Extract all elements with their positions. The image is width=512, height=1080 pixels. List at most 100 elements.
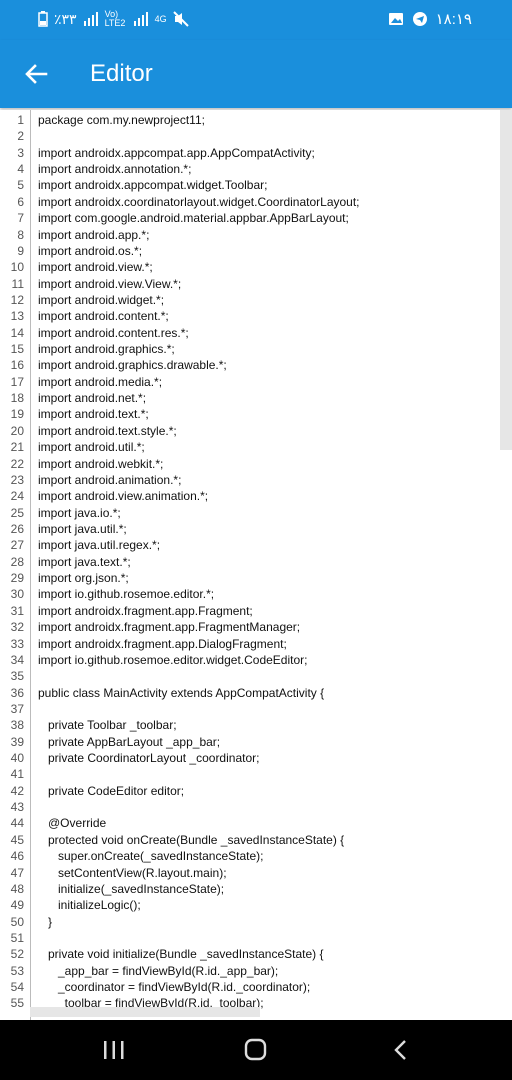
code-line: 33 import androidx.fragment.app.DialogFra… — [0, 636, 512, 652]
code-line: 17 import android.media.*; — [0, 374, 512, 390]
line-number: 28 — [10, 554, 24, 569]
code-line: 26 import java.util.*; — [0, 521, 512, 537]
line-number: 35 — [10, 669, 24, 684]
line-number: 11 — [11, 276, 24, 291]
home-button[interactable] — [242, 1038, 270, 1062]
code-line: 40 private CoordinatorLayout _coordinato… — [0, 750, 512, 766]
line-number: 50 — [10, 914, 24, 929]
line-number: 16 — [10, 358, 24, 373]
code-line: 5 import androidx.appcompat.widget.Toolba… — [0, 177, 512, 193]
line-code: import androidx.coordinatorlayout.widget… — [38, 194, 360, 209]
line-code: import android.view.animation.*; — [38, 489, 209, 504]
line-number: 49 — [10, 898, 24, 913]
line-number: 17 — [10, 374, 24, 389]
network-4g-label: 4G — [154, 14, 167, 24]
code-line: 20 import android.text.style.*; — [0, 423, 512, 439]
nav-back-button[interactable] — [388, 1038, 416, 1062]
line-number: 39 — [10, 734, 24, 749]
code-line: 21 import android.util.*; — [0, 439, 512, 455]
line-number: 23 — [10, 472, 24, 487]
line-number: 19 — [10, 407, 24, 422]
signal-icon — [83, 12, 98, 26]
code-line: 39 private AppBarLayout _app_bar; — [0, 734, 512, 750]
recents-button[interactable] — [100, 1038, 128, 1062]
line-number: 14 — [10, 325, 24, 340]
line-number: 46 — [10, 849, 24, 864]
line-code: import androidx.fragment.app.Fragment; — [38, 603, 253, 618]
signal-icon-2 — [133, 12, 148, 26]
line-number: 4 — [17, 162, 24, 177]
line-number: 8 — [17, 227, 24, 242]
line-code: import com.google.android.material.appba… — [38, 211, 349, 226]
line-code: import android.view.View.*; — [38, 276, 182, 291]
line-number: 24 — [10, 489, 24, 504]
code-editor[interactable]: 1 package com.my.newproject11; 2 3 import an… — [0, 110, 512, 1020]
line-number: 31 — [10, 603, 24, 618]
vertical-scrollbar[interactable] — [500, 110, 512, 450]
line-number: 44 — [10, 816, 24, 831]
line-code: import java.io.*; — [38, 505, 121, 520]
code-line: 6 import androidx.coordinatorlayout.widge… — [0, 194, 512, 210]
status-time: ۱۸:۱۹ — [435, 11, 472, 28]
line-code: initialize(_savedInstanceState); — [38, 881, 225, 896]
code-line: 9 import android.os.*; — [0, 243, 512, 259]
line-code: _app_bar = findViewById(R.id._app_bar); — [38, 963, 279, 978]
line-code: initializeLogic(); — [38, 898, 141, 913]
line-number: 55 — [10, 996, 24, 1011]
line-code: import android.text.style.*; — [38, 423, 177, 438]
code-line: 46 super.onCreate(_savedInstanceState); — [0, 848, 512, 864]
status-right: ۱۸:۱۹ — [388, 10, 472, 28]
navigation-bar — [0, 1020, 512, 1080]
code-line: 14 import android.content.res.*; — [0, 325, 512, 341]
line-number: 5 — [17, 178, 24, 193]
network-label: Vo) LTE2 — [104, 9, 126, 28]
line-number: 9 — [17, 243, 24, 258]
home-icon — [244, 1038, 267, 1061]
line-number: 20 — [10, 423, 24, 438]
code-line: 15 import android.graphics.*; — [0, 341, 512, 357]
line-code: import androidx.appcompat.app.AppCompatA… — [38, 145, 315, 160]
code-line: 23 import android.animation.*; — [0, 472, 512, 488]
line-code: @Override — [38, 816, 107, 831]
line-number: 54 — [10, 980, 24, 995]
line-number: 45 — [10, 832, 24, 847]
line-number: 48 — [10, 881, 24, 896]
line-number: 29 — [10, 571, 24, 586]
code-line: 50 } — [0, 914, 512, 930]
code-line: 4 import androidx.annotation.*; — [0, 161, 512, 177]
line-number: 40 — [10, 751, 24, 766]
code-line: 10 import android.view.*; — [0, 259, 512, 275]
code-line: 45 protected void onCreate(Bundle _saved… — [0, 832, 512, 848]
code-line: 41 — [0, 766, 512, 782]
line-code: import android.content.*; — [38, 309, 169, 324]
code-line: 42 private CodeEditor editor; — [0, 783, 512, 799]
code-line: 44 @Override — [0, 815, 512, 831]
line-code: import android.graphics.*; — [38, 342, 175, 357]
line-code: import androidx.fragment.app.FragmentMan… — [38, 620, 301, 635]
code-line: 30 import io.github.rosemoe.editor.*; — [0, 586, 512, 602]
status-left: ٪۳۳ Vo) LTE2 4G — [38, 10, 189, 28]
line-code: import android.app.*; — [38, 227, 150, 242]
back-button[interactable] — [22, 60, 50, 88]
line-number: 12 — [10, 292, 24, 307]
line-number: 6 — [17, 194, 24, 209]
code-line: 51 — [0, 930, 512, 946]
line-code: import android.webkit.*; — [38, 456, 164, 471]
line-code: private CodeEditor editor; — [38, 783, 185, 798]
line-number: 37 — [10, 701, 24, 716]
line-code: private AppBarLayout _app_bar; — [38, 734, 221, 749]
code-line: 22 import android.webkit.*; — [0, 456, 512, 472]
line-number: 38 — [10, 718, 24, 733]
horizontal-scrollbar[interactable] — [30, 1007, 260, 1017]
line-code: import org.json.*; — [38, 571, 129, 586]
line-code: import android.content.res.*; — [38, 325, 189, 340]
line-number: 1 — [17, 113, 24, 127]
battery-percent: ٪۳۳ — [54, 10, 77, 27]
line-code: import io.github.rosemoe.editor.widget.C… — [38, 652, 308, 667]
line-number: 51 — [10, 931, 24, 945]
line-code: import java.text.*; — [38, 554, 131, 569]
line-number: 21 — [10, 440, 24, 455]
line-code: private Toolbar _toolbar; — [38, 718, 177, 733]
line-code: import android.graphics.drawable.*; — [38, 358, 227, 373]
code-line: 1 package com.my.newproject11; — [0, 112, 512, 128]
